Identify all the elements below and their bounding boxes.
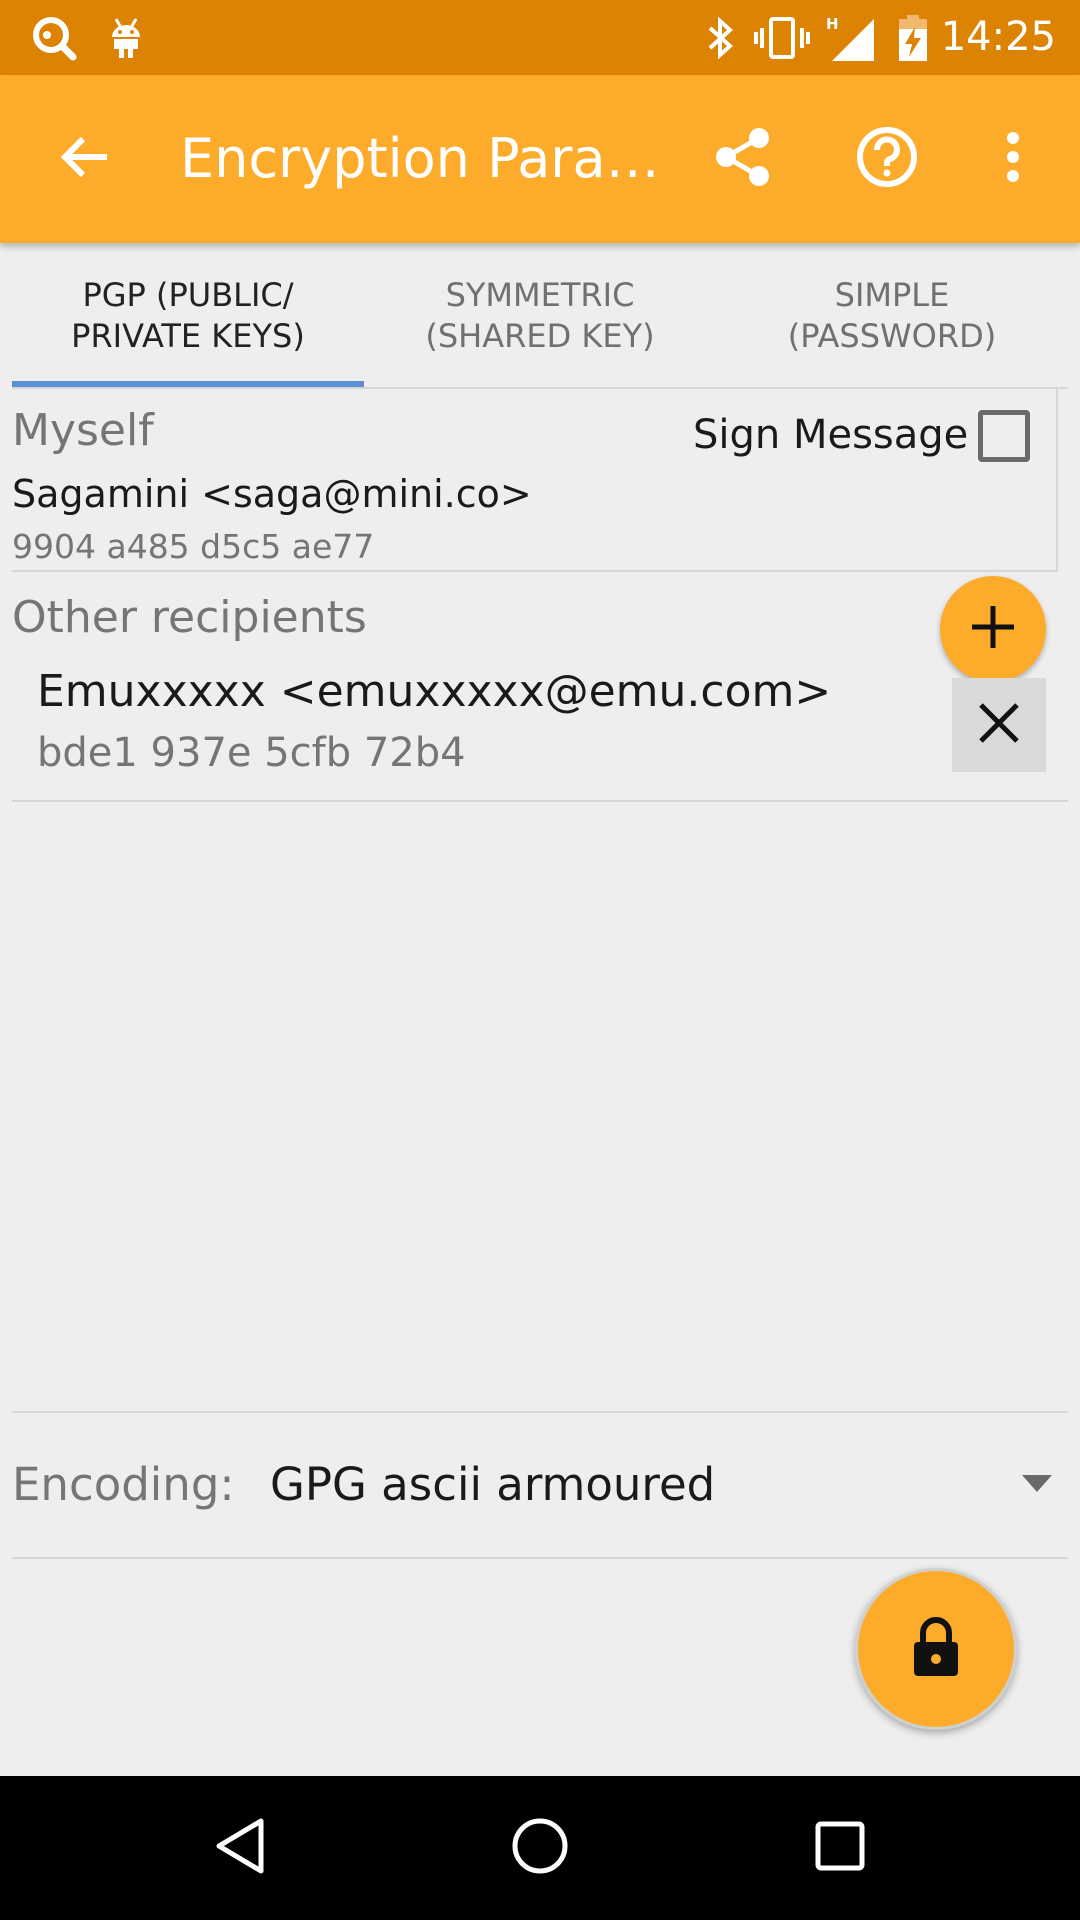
myself-right-border: [1056, 389, 1058, 571]
page-title: Encryption Para…: [180, 127, 660, 190]
status-time: 14:25: [940, 14, 1056, 60]
encoding-divider-bottom: [12, 1557, 1068, 1559]
tab-symmetric[interactable]: SYMMETRIC (SHARED KEY): [364, 243, 716, 389]
android-icon: [104, 0, 148, 75]
recipient-divider: [12, 800, 1068, 802]
recipient-name: Emuxxxxx <emuxxxxx@emu.com>: [37, 666, 832, 717]
tab-symmetric-label-line2: (SHARED KEY): [425, 317, 655, 355]
close-icon: [977, 701, 1021, 749]
tabs-divider: [12, 387, 1068, 389]
back-arrow-icon: [59, 131, 111, 187]
overflow-menu-button[interactable]: [958, 75, 1068, 243]
other-recipients-label: Other recipients: [12, 592, 367, 643]
recipient-fingerprint: bde1 937e 5cfb 72b4: [37, 730, 466, 776]
myself-label: Myself: [12, 405, 154, 456]
back-button[interactable]: [30, 75, 140, 243]
plus-icon: [970, 604, 1016, 654]
encoding-label: Encoding:: [12, 1458, 235, 1511]
bluetooth-icon: [700, 0, 740, 75]
nav-recents-button[interactable]: [770, 1776, 910, 1920]
dropdown-arrow-icon[interactable]: [1022, 1475, 1052, 1492]
add-recipient-button[interactable]: [940, 576, 1046, 682]
tab-symmetric-label-line1: SYMMETRIC: [445, 276, 635, 314]
tab-pgp-label-line2: PRIVATE KEYS): [71, 317, 305, 355]
tab-pgp[interactable]: PGP (PUBLIC/ PRIVATE KEYS): [12, 243, 364, 389]
navigation-bar: [0, 1776, 1080, 1920]
sign-message-checkbox[interactable]: [978, 410, 1030, 462]
myself-divider: [12, 570, 1058, 572]
help-button[interactable]: [832, 75, 942, 243]
vibrate-icon: [752, 0, 812, 75]
myself-fingerprint: 9904 a485 d5c5 ae77: [12, 527, 375, 566]
encoding-select[interactable]: GPG ascii armoured: [270, 1458, 715, 1511]
encrypt-button[interactable]: [855, 1568, 1017, 1730]
status-bar: H 14:25: [0, 0, 1080, 75]
nav-recents-icon: [815, 1821, 865, 1875]
tab-simple-label-line2: (PASSWORD): [787, 317, 997, 355]
battery-charging-icon: [894, 0, 932, 75]
remove-recipient-button[interactable]: [952, 678, 1046, 772]
nav-home-button[interactable]: [470, 1776, 610, 1920]
overflow-menu-icon: [1005, 131, 1021, 187]
tab-pgp-label-line1: PGP (PUBLIC/: [82, 276, 294, 314]
app-bar: Encryption Para…: [0, 75, 1080, 243]
svg-text:H: H: [826, 15, 839, 33]
help-icon: [856, 126, 918, 192]
lock-icon: [910, 1616, 962, 1682]
tab-bar: PGP (PUBLIC/ PRIVATE KEYS) SYMMETRIC (SH…: [0, 243, 1080, 389]
encoding-divider-top: [12, 1411, 1068, 1413]
nav-home-icon: [511, 1817, 569, 1879]
share-button[interactable]: [688, 75, 798, 243]
signal-icon: H: [826, 0, 876, 75]
nav-back-icon: [213, 1817, 267, 1879]
share-icon: [713, 126, 773, 192]
tab-simple-label-line1: SIMPLE: [834, 276, 950, 314]
tab-simple[interactable]: SIMPLE (PASSWORD): [716, 243, 1068, 389]
key-search-icon: [28, 0, 80, 75]
myself-name: Sagamini <saga@mini.co>: [12, 472, 532, 516]
sign-message-label[interactable]: Sign Message: [693, 412, 968, 458]
nav-back-button[interactable]: [170, 1776, 310, 1920]
